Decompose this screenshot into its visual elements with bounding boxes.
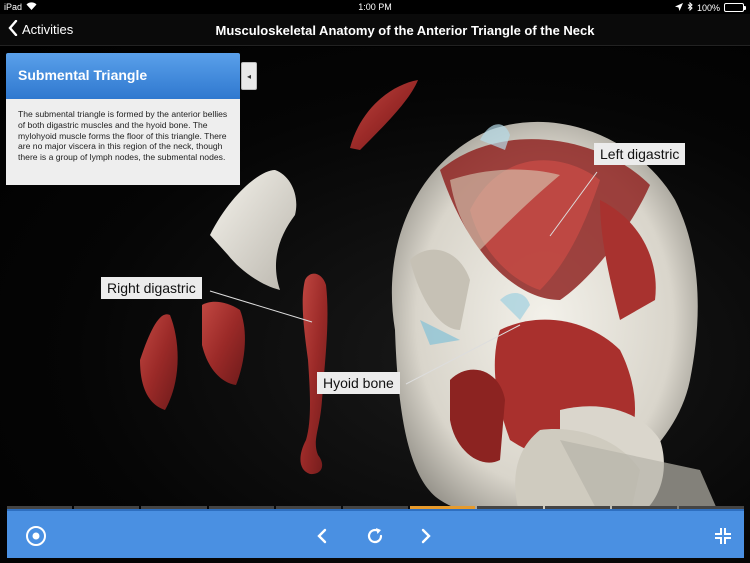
label-left-digastric[interactable]: Left digastric: [594, 143, 686, 165]
chevron-left-icon: [317, 528, 327, 544]
info-panel-body: The submental triangle is formed by the …: [6, 99, 240, 185]
info-panel: Submental Triangle The submental triangl…: [6, 53, 240, 185]
record-button[interactable]: [23, 523, 49, 549]
chevron-right-icon: [421, 528, 431, 544]
muscle-fragment-mid[interactable]: [202, 301, 245, 385]
hyoid-fragment[interactable]: [210, 170, 297, 290]
refresh-icon: [367, 528, 383, 544]
nav-bar: Activities Musculoskeletal Anatomy of th…: [0, 14, 750, 46]
status-bar: iPad 1:00 PM 100%: [0, 0, 750, 14]
status-right: 100%: [674, 1, 746, 13]
bluetooth-icon: [687, 1, 693, 13]
exit-fullscreen-button[interactable]: [710, 523, 736, 549]
target-icon: [26, 526, 46, 546]
location-icon: [674, 2, 683, 13]
triangle-left-icon: ◂: [246, 71, 251, 81]
status-time: 1:00 PM: [358, 2, 392, 12]
back-label: Activities: [22, 22, 74, 37]
back-button[interactable]: Activities: [8, 19, 74, 39]
previous-button[interactable]: [309, 523, 335, 549]
battery-icon: [724, 3, 746, 12]
next-button[interactable]: [413, 523, 439, 549]
skull-model[interactable]: [391, 121, 720, 517]
chevron-left-icon: [8, 19, 18, 39]
info-panel-title: Submental Triangle: [6, 53, 240, 99]
reset-button[interactable]: [362, 523, 388, 549]
bottom-toolbar: [7, 509, 744, 558]
page-title: Musculoskeletal Anatomy of the Anterior …: [215, 23, 595, 38]
label-right-digastric[interactable]: Right digastric: [101, 277, 202, 299]
battery-percent: 100%: [696, 2, 720, 13]
collapse-icon: [715, 528, 731, 544]
collapse-panel-button[interactable]: ◂: [241, 62, 257, 90]
muscle-fragment-top[interactable]: [350, 80, 418, 150]
muscle-fragment-left[interactable]: [140, 314, 178, 410]
label-hyoid-bone[interactable]: Hyoid bone: [317, 372, 400, 394]
